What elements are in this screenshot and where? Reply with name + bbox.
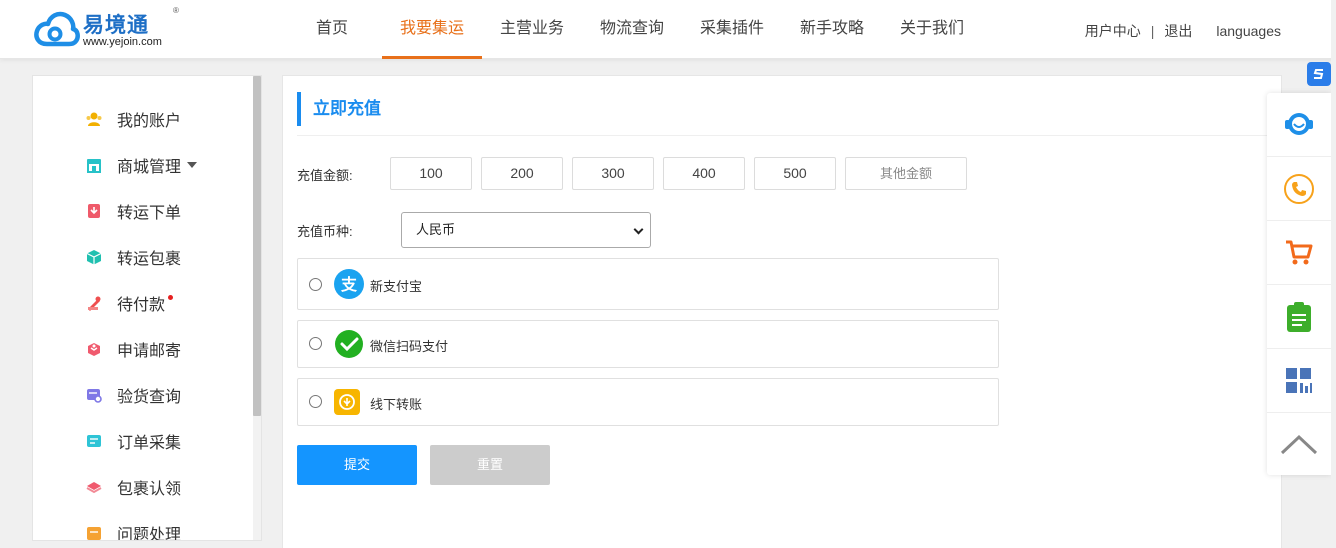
sidebar-item-label: 转运包裹 xyxy=(117,251,182,268)
box-icon xyxy=(85,248,103,266)
wechat-pay-icon xyxy=(334,329,364,364)
amount-option-400[interactable]: 400 xyxy=(663,157,745,190)
sidebar-item-transfer-package[interactable]: 转运包裹 xyxy=(85,245,181,269)
customer-service-icon xyxy=(1285,112,1313,135)
cart-icon xyxy=(1286,240,1313,264)
cart-button[interactable] xyxy=(1267,221,1331,285)
submit-button[interactable]: 提交 xyxy=(297,445,417,485)
s-logo-icon xyxy=(1313,69,1324,79)
floating-service-tag[interactable] xyxy=(1307,62,1331,86)
sidebar-item-store[interactable]: 商城管理 xyxy=(85,153,198,177)
chevron-down-icon xyxy=(633,224,644,235)
user-center-link[interactable]: 用户中心 xyxy=(1085,21,1141,41)
qrcode-button[interactable] xyxy=(1267,349,1331,413)
wechat-radio[interactable] xyxy=(309,337,322,350)
nav-business[interactable]: 主营业务 xyxy=(482,0,582,59)
collect-icon xyxy=(85,432,103,450)
offline-radio[interactable] xyxy=(309,395,322,408)
nav-guide[interactable]: 新手攻略 xyxy=(782,0,882,59)
issue-icon xyxy=(85,524,103,540)
payment-option-alipay[interactable]: 支 新支付宝 xyxy=(297,258,999,310)
brand-name: 易境通 xyxy=(83,14,149,37)
sidebar-item-label: 订单采集 xyxy=(117,435,182,452)
back-to-top-button[interactable] xyxy=(1267,413,1331,477)
nav-consolidation[interactable]: 我要集运 xyxy=(382,0,482,59)
payment-icon xyxy=(85,294,103,312)
sidebar-scrollbar[interactable] xyxy=(253,76,261,540)
phone-icon xyxy=(1284,173,1314,204)
sidebar-item-label: 转运下单 xyxy=(117,205,182,222)
recharge-panel: 立即充值 充值金额: 100 200 300 400 500 其他金额 充值币种… xyxy=(282,75,1282,548)
sidebar-item-label: 验货查询 xyxy=(117,389,182,406)
page-scrollbar[interactable] xyxy=(1331,0,1336,548)
page-title: 立即充值 xyxy=(297,92,381,126)
notification-dot xyxy=(168,294,174,300)
sidebar-item-label: 申请邮寄 xyxy=(117,343,182,360)
amount-option-300[interactable]: 300 xyxy=(572,157,654,190)
sidebar-item-inspection[interactable]: 验货查询 xyxy=(85,383,181,407)
chevron-up-icon xyxy=(1280,434,1318,455)
store-icon xyxy=(85,156,103,174)
sidebar-item-account[interactable]: 我的账户 xyxy=(85,107,181,131)
phone-button[interactable] xyxy=(1267,157,1331,221)
payment-option-wechat[interactable]: 微信扫码支付 xyxy=(297,320,999,368)
logout-link[interactable]: 退出 xyxy=(1164,21,1192,41)
customer-service-button[interactable] xyxy=(1267,93,1331,157)
top-header: 易境通 ® www.yejoin.com 首页 我要集运 主营业务 物流查询 采… xyxy=(0,0,1336,59)
reset-button[interactable]: 重置 xyxy=(430,445,550,485)
nav-home[interactable]: 首页 xyxy=(282,0,382,59)
payment-label: 微信扫码支付 xyxy=(370,339,449,354)
nav-tracking[interactable]: 物流查询 xyxy=(582,0,682,59)
logo[interactable]: 易境通 ® www.yejoin.com xyxy=(33,6,193,52)
sidebar-item-apply-mail[interactable]: 申请邮寄 xyxy=(85,337,181,361)
nav-plugin[interactable]: 采集插件 xyxy=(682,0,782,59)
payment-label: 新支付宝 xyxy=(370,279,423,294)
amount-label: 充值金额: xyxy=(297,168,353,183)
chevron-down-icon xyxy=(187,162,198,168)
payment-label: 线下转账 xyxy=(370,397,423,412)
amount-option-100[interactable]: 100 xyxy=(390,157,472,190)
sidebar-item-issue[interactable]: 问题处理 xyxy=(85,521,182,541)
currency-select[interactable]: 人民币 xyxy=(401,212,651,248)
clipboard-button[interactable] xyxy=(1267,285,1331,349)
alipay-icon: 支 xyxy=(334,269,364,304)
cloud-logo-icon xyxy=(34,11,80,47)
languages-link[interactable]: languages xyxy=(1216,23,1281,39)
floating-toolbar xyxy=(1267,93,1331,475)
offline-transfer-icon xyxy=(334,389,360,420)
sidebar-item-package-claim[interactable]: 包裹认领 xyxy=(85,475,181,499)
sidebar: 我的账户 商城管理 转运下单 转运包裹 待付款 申请邮寄 验货查询 订单采集 包… xyxy=(32,75,262,541)
svg-text:支: 支 xyxy=(340,275,358,294)
currency-value: 人民币 xyxy=(416,222,456,237)
user-group-icon xyxy=(85,110,103,128)
other-amount-input[interactable]: 其他金额 xyxy=(845,157,967,190)
sidebar-item-label: 包裹认领 xyxy=(117,481,182,498)
sidebar-item-label: 我的账户 xyxy=(117,113,182,130)
sidebar-item-transfer-order[interactable]: 转运下单 xyxy=(85,199,181,223)
sidebar-item-label: 待付款 xyxy=(117,297,166,314)
brand-url: www.yejoin.com xyxy=(83,36,162,48)
sidebar-scroll-thumb[interactable] xyxy=(253,76,261,416)
header-user-links: 用户中心 | 退出 languages xyxy=(1085,21,1281,41)
sidebar-item-order-collect[interactable]: 订单采集 xyxy=(85,429,181,453)
qr-code-icon xyxy=(1286,367,1312,393)
link-separator: | xyxy=(1150,23,1155,39)
clipboard-icon xyxy=(1287,301,1311,332)
registered-mark: ® xyxy=(173,6,179,15)
sidebar-item-label: 商城管理 xyxy=(117,159,182,176)
amount-option-200[interactable]: 200 xyxy=(481,157,563,190)
sidebar-item-label: 问题处理 xyxy=(117,527,182,541)
sidebar-item-pending-payment[interactable]: 待付款 xyxy=(85,291,174,315)
nav-about[interactable]: 关于我们 xyxy=(882,0,982,59)
gift-icon xyxy=(85,340,103,358)
amount-option-500[interactable]: 500 xyxy=(754,157,836,190)
inspect-icon xyxy=(85,386,103,404)
currency-label: 充值币种: xyxy=(297,224,353,239)
claim-icon xyxy=(85,478,103,496)
alipay-radio[interactable] xyxy=(309,278,322,291)
payment-option-offline[interactable]: 线下转账 xyxy=(297,378,999,426)
order-icon xyxy=(85,202,103,220)
main-nav: 首页 我要集运 主营业务 物流查询 采集插件 新手攻略 关于我们 xyxy=(282,0,982,59)
title-divider xyxy=(297,135,1281,136)
